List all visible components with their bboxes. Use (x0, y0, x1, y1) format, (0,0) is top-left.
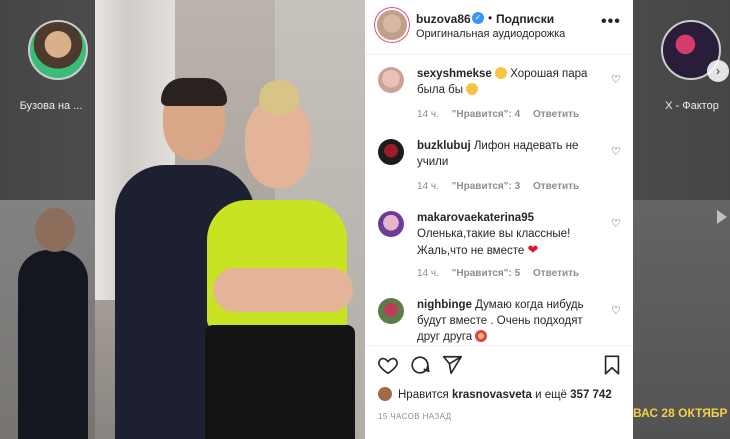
story-name-right: X - Фактор (665, 100, 719, 112)
likes-suffix: и ещё (535, 389, 567, 401)
likes-prefix: Нравится (398, 389, 449, 401)
comment-meta: 14 ч. "Нравится": 4 Ответить (417, 109, 589, 120)
comment-likes[interactable]: "Нравится": 5 (452, 268, 521, 279)
audio-label[interactable]: Оригинальная аудиодорожка (416, 28, 565, 40)
comment-body: Оленька,такие вы классные! Жаль,что не в… (417, 228, 571, 257)
verified-badge-icon: ✓ (472, 12, 484, 24)
share-send-icon[interactable] (441, 354, 463, 381)
comment-time: 14 ч. (417, 268, 439, 279)
likes-summary: Нравится krasnovasveta и ещё 357 742 (378, 387, 612, 401)
post-side-panel: buzova86 ✓ • Подписки Оригинальная аудио… (365, 0, 633, 439)
post-timestamp[interactable]: 15 ЧАСОВ НАЗАД (378, 412, 451, 421)
comment-like-icon[interactable]: ♡ (611, 217, 621, 230)
video-woman-arms (213, 268, 353, 312)
play-icon (717, 210, 727, 224)
commenter-username[interactable]: buzklubuj (417, 140, 471, 152)
comment-bubble-icon[interactable] (409, 354, 431, 381)
reply-button[interactable]: Ответить (533, 181, 579, 192)
comment-text: sexyshmekse Хорошая пара была бы (417, 66, 593, 98)
video-woman-bun (259, 80, 299, 116)
comments-list[interactable]: sexyshmekse Хорошая пара была бы ♡ 14 ч.… (365, 55, 633, 345)
author-username[interactable]: buzova86 (416, 12, 471, 26)
likes-count[interactable]: 357 742 (570, 389, 612, 401)
comment-likes[interactable]: "Нравится": 3 (452, 181, 521, 192)
commenter-avatar[interactable] (378, 139, 404, 165)
like-heart-icon[interactable] (377, 354, 399, 381)
comment-text: buzklubuj Лифон надевать не учили (417, 138, 593, 170)
comment-text: nighbinge Думаю когда нибудь будут вмест… (417, 297, 593, 345)
commenter-avatar[interactable] (378, 67, 404, 93)
following-button[interactable]: Подписки (496, 12, 554, 26)
comment-likes[interactable]: "Нравится": 4 (452, 109, 521, 120)
commenter-username[interactable]: sexyshmekse (417, 68, 492, 80)
commenter-username[interactable]: nighbinge (417, 299, 472, 311)
author-avatar[interactable] (377, 10, 407, 40)
next-arrow-icon[interactable]: › (707, 60, 729, 82)
commenter-username[interactable]: makarovaekaterina95 (417, 212, 534, 224)
comment-meta: 14 ч. "Нравится": 5 Ответить (417, 268, 589, 279)
grin-emoji-icon (466, 83, 479, 95)
action-bar (365, 345, 633, 386)
liker-username[interactable]: krasnovasveta (452, 389, 532, 401)
side-caption: ВАС 28 ОКТЯБР (633, 406, 728, 420)
comment-like-icon[interactable]: ♡ (611, 304, 621, 317)
comment-text: makarovaekaterina95 Оленька,такие вы кла… (417, 210, 593, 259)
liker-avatar[interactable] (378, 387, 392, 401)
separator-dot: • (488, 11, 493, 25)
video-woman-skirt (205, 325, 355, 439)
reply-button[interactable]: Ответить (533, 268, 579, 279)
post-header: buzova86 ✓ • Подписки Оригинальная аудио… (365, 0, 633, 55)
commenter-avatar[interactable] (378, 298, 404, 324)
comment-like-icon[interactable]: ♡ (611, 145, 621, 158)
story-avatar-left[interactable] (28, 20, 88, 80)
comment-meta: 14 ч. "Нравится": 3 Ответить (417, 181, 589, 192)
more-options-icon[interactable]: ••• (601, 13, 621, 31)
thinking-emoji-icon (495, 67, 508, 79)
save-bookmark-icon[interactable] (601, 354, 623, 381)
commenter-avatar[interactable] (378, 211, 404, 237)
video-man-hair (161, 78, 227, 106)
comment-time: 14 ч. (417, 181, 439, 192)
comment-like-icon[interactable]: ♡ (611, 73, 621, 86)
heart-emoji-icon: ❤ (527, 242, 539, 257)
reply-button[interactable]: Ответить (533, 109, 579, 120)
comment-time: 14 ч. (417, 109, 439, 120)
post-video[interactable] (95, 0, 365, 439)
heart-eyes-emoji-icon (475, 330, 488, 342)
